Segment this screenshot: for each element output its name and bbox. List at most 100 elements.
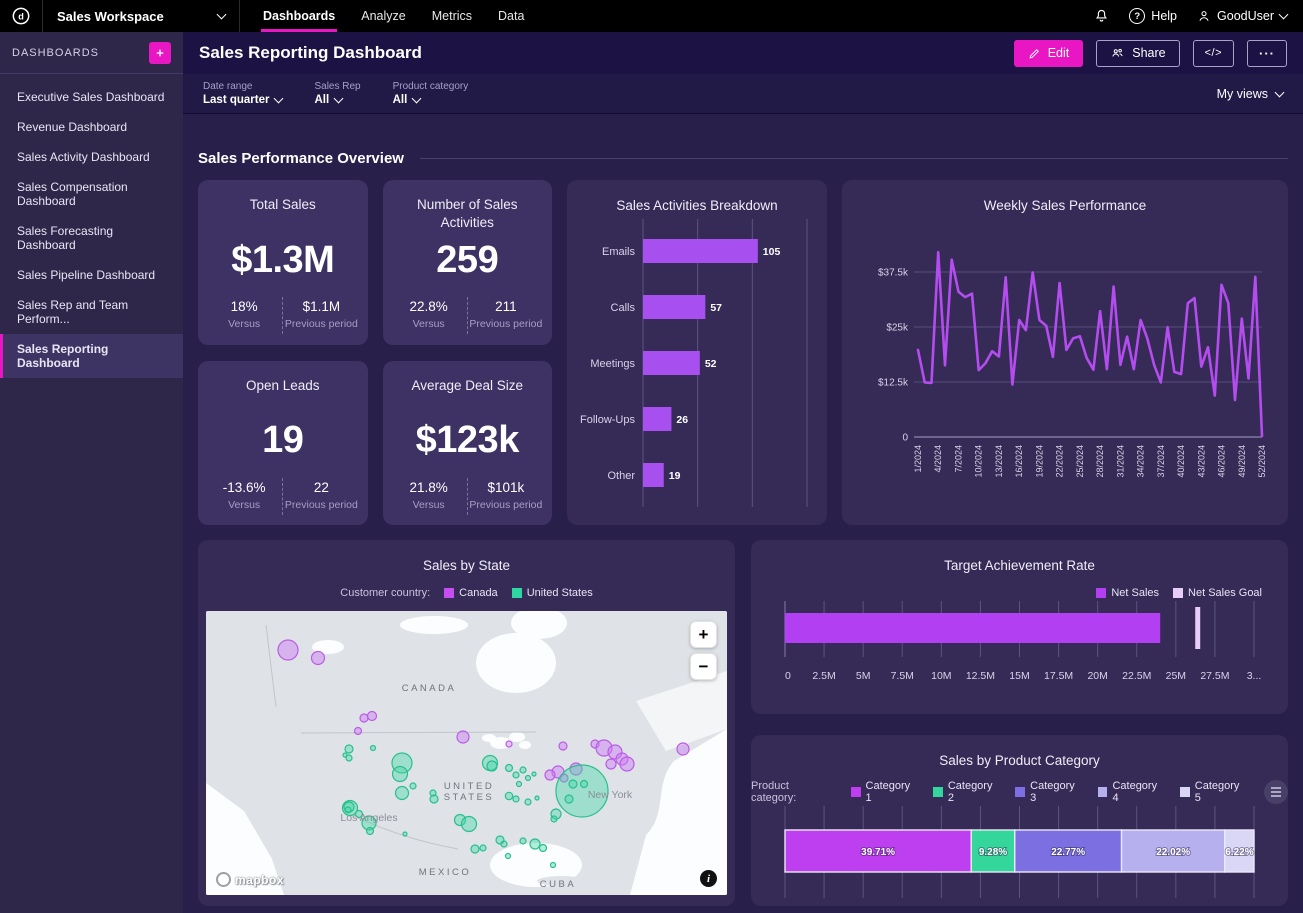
map-bubble-us[interactable] [430,790,436,796]
map-bubble-ca[interactable] [559,742,567,750]
kpi-card[interactable]: Total Sales $1.3M 18% Versus $1.1M Previ… [198,180,368,345]
help-menu[interactable]: ? Help [1129,8,1177,24]
sidebar-item[interactable]: Sales Compensation Dashboard [0,172,183,216]
kpi-card[interactable]: Number of Sales Activities 259 22.8% Ver… [383,180,553,345]
map-bubble-us[interactable] [565,795,573,803]
workspace-selector[interactable]: Sales Workspace [43,0,240,32]
add-dashboard-button[interactable] [149,42,171,64]
map-bubble-us[interactable] [487,761,497,771]
map-bubble-us[interactable] [393,767,408,782]
bar[interactable] [643,351,700,375]
sidebar-item[interactable]: Revenue Dashboard [0,112,183,142]
legend-menu-button[interactable] [1264,780,1288,804]
map-bubble-us[interactable] [396,787,409,800]
map-bubble-us[interactable] [520,767,526,773]
map-bubble-ca[interactable] [677,743,689,755]
legend-item[interactable]: Canada [444,587,498,599]
map-bubble-us[interactable] [506,765,513,772]
my-views-selector[interactable]: My views [1217,87,1283,101]
notifications-button[interactable] [1094,8,1109,24]
filter-date-range[interactable]: Date range Last quarter [203,81,282,106]
map-bubble-us[interactable] [343,753,347,757]
map-bubble-ca[interactable] [506,741,512,747]
map-bubble-us[interactable] [525,799,531,805]
map-zoom-in-button[interactable]: + [690,621,717,648]
map-bubble-ca[interactable] [606,759,616,769]
map-bubble-us[interactable] [501,841,507,847]
bar[interactable] [643,239,758,263]
map-bubble-us[interactable] [403,832,407,836]
mapbox-attribution[interactable]: mapbox [216,872,284,887]
kpi-card[interactable]: Open Leads 19 -13.6% Versus 22 Previous … [198,361,368,526]
map-bubble-us[interactable] [505,792,512,799]
net-sales-bar[interactable] [785,613,1160,643]
more-options-button[interactable]: ··· [1247,40,1287,67]
legend-item[interactable]: Category 3 [1015,780,1083,804]
map-bubble-us[interactable] [345,745,353,753]
map-bubble-us[interactable] [581,781,588,788]
filter-sales-rep[interactable]: Sales Rep All [314,81,360,106]
map-bubble-ca[interactable] [312,652,325,665]
map-bubble-us[interactable] [551,863,556,868]
map-bubble-us[interactable] [506,854,511,859]
map-bubble-us[interactable] [480,845,486,851]
map-bubble-us[interactable] [535,796,539,800]
map-bubble-ca[interactable] [368,712,377,721]
map-place-label: CANADA [402,683,457,694]
map-bubble-ca[interactable] [457,731,469,743]
map-bubble-us[interactable] [471,845,479,853]
legend-item[interactable]: Net Sales [1096,587,1159,599]
sidebar-item[interactable]: Sales Reporting Dashboard [0,334,183,378]
net-sales-goal-marker[interactable] [1195,607,1200,649]
top-nav-tab-dashboards[interactable]: Dashboards [250,0,348,32]
kpi-card[interactable]: Average Deal Size $123k 21.8% Versus $10… [383,361,553,526]
map-zoom-out-button[interactable]: − [690,653,717,680]
map-bubble-ca[interactable] [360,714,368,722]
legend-item[interactable]: United States [512,587,593,599]
legend-item[interactable]: Category 4 [1098,780,1166,804]
map-bubble-us[interactable] [569,780,577,788]
top-nav-tab-metrics[interactable]: Metrics [419,0,485,32]
gooddata-logo[interactable]: d [0,0,43,32]
map-bubble-ca[interactable] [545,770,555,780]
map-bubble-us[interactable] [410,783,416,789]
legend-item[interactable]: Category 1 [851,780,919,804]
map-bubble-us[interactable] [462,817,477,832]
map-bubble-us[interactable] [526,776,531,781]
map-bubble-ca[interactable] [278,640,298,660]
map-bubble-us[interactable] [532,772,536,776]
map-bubble-us[interactable] [530,839,540,849]
legend-item[interactable]: Net Sales Goal [1173,587,1262,599]
legend-item[interactable]: Category 5 [1180,780,1248,804]
bar[interactable] [643,463,664,487]
sidebar-item[interactable]: Sales Rep and Team Perform... [0,290,183,334]
sidebar-item[interactable]: Executive Sales Dashboard [0,82,183,112]
map-canvas[interactable]: CANADAUNITEDSTATESMEXICOCUBANew YorkLos … [206,611,727,895]
map-info-button[interactable]: i [700,870,717,887]
user-menu[interactable]: GoodUser [1197,9,1287,23]
legend-item[interactable]: Category 2 [933,780,1001,804]
map-bubble-us[interactable] [540,845,547,852]
share-button[interactable]: Share [1096,40,1179,67]
map-bubble-us[interactable] [513,772,519,778]
map-bubble-us[interactable] [517,782,522,787]
map-bubble-us[interactable] [551,816,557,822]
filter-product-category[interactable]: Product category All [393,81,469,106]
x-axis-label: 7.5M [891,670,914,682]
embed-code-button[interactable]: </> [1193,40,1234,67]
sidebar-item[interactable]: Sales Activity Dashboard [0,142,183,172]
sidebar-item[interactable]: Sales Forecasting Dashboard [0,216,183,260]
bar[interactable] [643,295,705,319]
map-bubble-us[interactable] [367,828,374,835]
sidebar-item[interactable]: Sales Pipeline Dashboard [0,260,183,290]
map-bubble-us[interactable] [520,838,526,844]
top-nav-tab-data[interactable]: Data [485,0,537,32]
top-nav-tab-analyze[interactable]: Analyze [348,0,418,32]
sales-line-series[interactable] [918,252,1262,436]
map-bubble-us[interactable] [371,746,376,751]
map-bubble-ca[interactable] [620,757,634,771]
edit-button[interactable]: Edit [1014,40,1084,67]
map-bubble-us[interactable] [513,796,519,802]
map-bubble-ca[interactable] [355,728,362,735]
bar[interactable] [643,407,671,431]
